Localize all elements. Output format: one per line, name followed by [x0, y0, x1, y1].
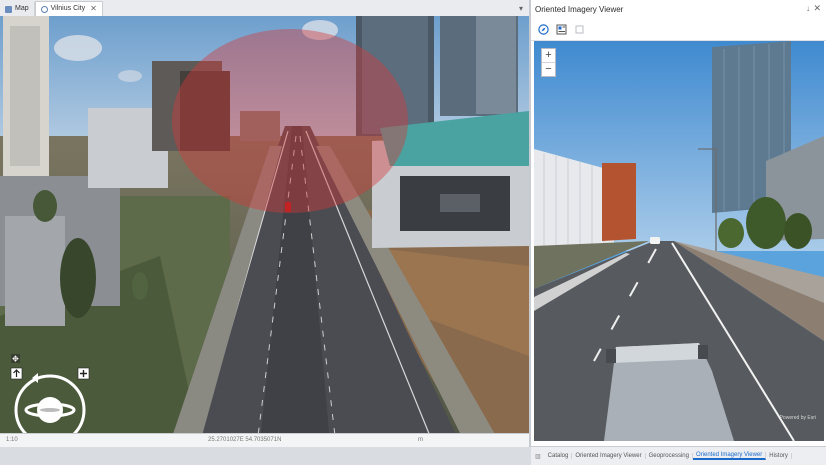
tab-map[interactable]: Map [0, 2, 35, 16]
viewer-header: Oriented Imagery Viewer ↓ ✕ [531, 0, 826, 19]
image-list-icon[interactable] [555, 23, 567, 35]
pin-icon[interactable]: ↓ [806, 4, 810, 13]
units-readout: m [418, 437, 423, 443]
compass-icon[interactable] [537, 23, 549, 35]
close-tab-icon[interactable]: ✕ [90, 2, 97, 16]
viewer-toolbar [531, 18, 826, 41]
scene-view[interactable]: ✥ [0, 16, 529, 443]
tab-catalog[interactable]: Catalog [545, 453, 573, 459]
pin-bar-icon: ▥ [535, 453, 541, 460]
oriented-imagery-viewer: Oriented Imagery Viewer ↓ ✕ + − Powered … [531, 0, 826, 447]
svg-text:✥: ✥ [12, 355, 19, 364]
viewer-title: Oriented Imagery Viewer [535, 5, 624, 14]
close-icon[interactable]: ✕ [813, 3, 821, 14]
zoom-in-button[interactable]: + [542, 49, 555, 62]
attribution: Powered by Esri [779, 415, 816, 421]
tab-geoprocessing[interactable]: Geoprocessing [646, 453, 693, 459]
scale-readout[interactable]: 1:10 [6, 437, 18, 443]
map-window: Map Vilnius City ✕ ▾ ✥ 1:10 25.2701027E … [0, 0, 531, 447]
map-icon [5, 5, 12, 13]
map-tab-bar: Map Vilnius City ✕ ▾ [0, 0, 529, 17]
tab-map-label: Map [15, 5, 29, 12]
tab-vilnius-city-label: Vilnius City [50, 5, 86, 12]
navigator-control[interactable]: ✥ [8, 354, 94, 443]
dock-tab-strip: ▥ Catalog Oriented Imagery Viewer Geopro… [531, 446, 826, 465]
map-status-bar: 1:10 25.2701027E 54.7035071N m [0, 433, 529, 447]
coordinates-readout: 25.2701027E 54.7035071N [208, 437, 282, 443]
layers-icon[interactable] [573, 23, 585, 35]
chevron-down-icon[interactable]: ▾ [519, 4, 523, 13]
tab-oriented-imagery-viewer-1[interactable]: Oriented Imagery Viewer [572, 453, 646, 459]
tab-oriented-imagery-viewer-2[interactable]: Oriented Imagery Viewer [692, 452, 767, 460]
globe-icon [40, 5, 48, 13]
tab-vilnius-city[interactable]: Vilnius City ✕ [34, 1, 103, 16]
zoom-out-button[interactable]: − [542, 62, 555, 76]
tab-history[interactable]: History [766, 453, 792, 459]
zoom-control: + − [541, 48, 556, 77]
street-image[interactable]: + − Powered by Esri [534, 41, 824, 441]
